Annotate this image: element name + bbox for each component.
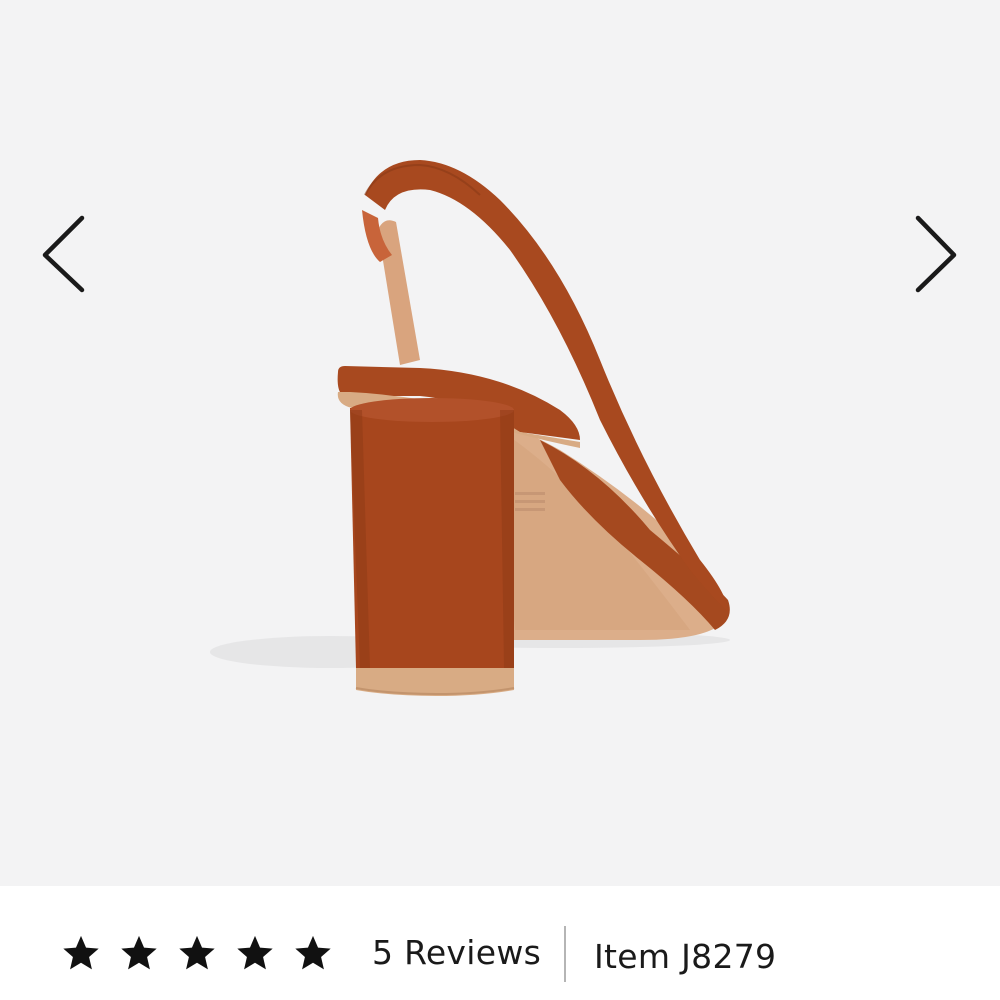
product-image-gallery[interactable]	[0, 0, 1000, 886]
divider	[564, 926, 566, 982]
previous-image-button[interactable]	[32, 210, 92, 300]
star-icon	[179, 935, 215, 970]
star-rating[interactable]	[62, 930, 332, 976]
star-icon	[63, 935, 99, 970]
chevron-right-icon	[915, 215, 957, 293]
next-image-button[interactable]	[906, 210, 966, 300]
product-image	[210, 160, 730, 696]
reviews-link[interactable]: 5 Reviews	[372, 930, 541, 976]
item-number: Item J8279	[594, 937, 777, 976]
star-icon	[121, 935, 157, 970]
star-icon	[237, 935, 273, 970]
chevron-left-icon	[42, 215, 85, 293]
star-icon	[295, 935, 331, 970]
product-detail-screen: 5 Reviews Item J8279	[0, 0, 1000, 1000]
